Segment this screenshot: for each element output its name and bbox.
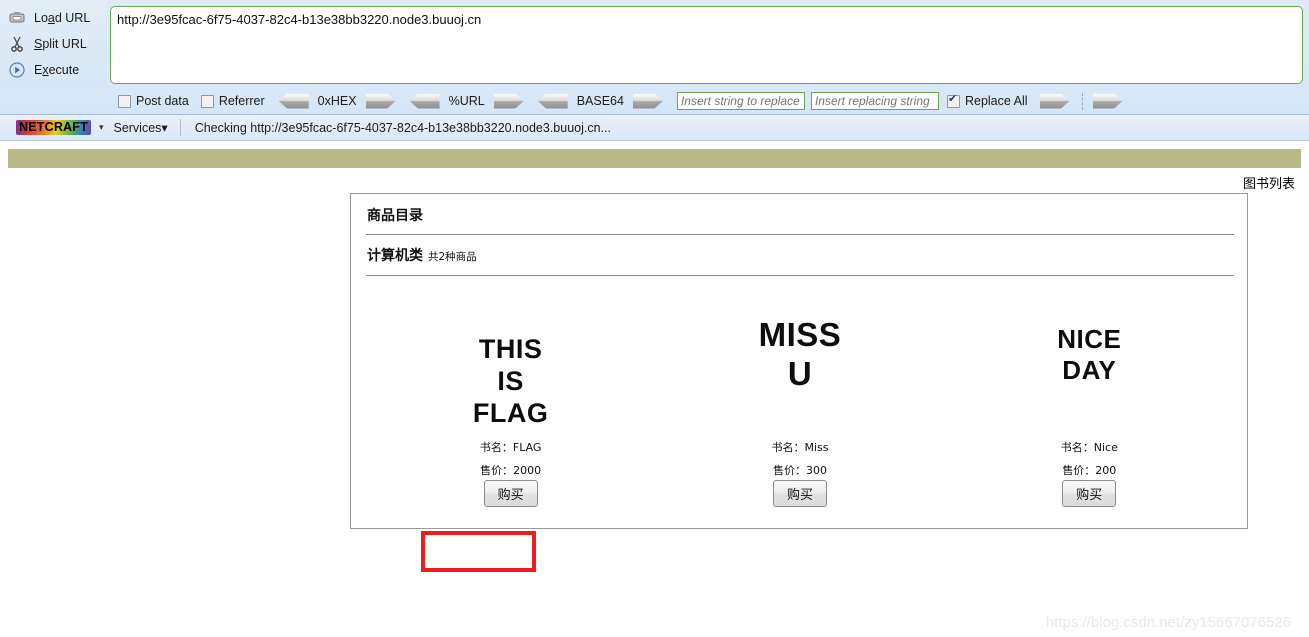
hex-label: 0xHEX — [317, 94, 357, 108]
execute-icon — [6, 60, 28, 80]
extra-action-arrow-icon[interactable] — [1092, 93, 1123, 109]
buy-button[interactable]: 购买 — [772, 480, 827, 507]
replace-with-input[interactable] — [810, 92, 939, 110]
hackbar-toolbar: Load URL Split URL Execute http://3e95fc… — [0, 0, 1309, 115]
buy-button[interactable]: 购买 — [483, 480, 538, 507]
book-price: 售价：300 — [772, 464, 827, 477]
book-name: 书名：FLAG — [479, 441, 542, 454]
base64-decode-arrow-icon[interactable] — [537, 93, 568, 109]
load-url-icon — [6, 8, 28, 28]
netcraft-menu-caret-icon[interactable]: ▾ — [99, 122, 104, 133]
post-data-checkbox-box[interactable] — [118, 94, 131, 108]
replace-find-input[interactable] — [676, 92, 805, 110]
hackbar-command-column: Load URL Split URL Execute — [0, 0, 107, 88]
netcraft-logo: NETCRAFT — [16, 120, 91, 135]
booklist-heading: 图书列表 — [1242, 177, 1295, 192]
replace-apply-arrow-icon[interactable] — [1039, 93, 1070, 109]
split-url-button[interactable]: Split URL — [6, 32, 106, 56]
page-top-banner — [8, 149, 1301, 168]
watermark-text: https://blog.csdn.net/zy15667076526 — [1045, 614, 1291, 631]
toolbar-divider — [1081, 92, 1083, 110]
replace-all-checkbox[interactable]: Replace All — [946, 93, 1028, 108]
base64-encoder-group: BASE64 — [537, 93, 663, 109]
page-content: 图书列表 商品目录 计算机类 共2种商品 THIS IS FLAG 书名：FLA… — [0, 142, 1309, 637]
post-data-checkbox[interactable]: Post data — [118, 94, 189, 108]
category-header: 计算机类 共2种商品 — [367, 245, 477, 265]
referrer-checkbox-box[interactable] — [200, 94, 214, 108]
category-name: 计算机类 — [367, 248, 423, 264]
catalog-divider-top — [366, 234, 1234, 235]
hex-encode-arrow-icon[interactable] — [365, 93, 396, 109]
netcraft-status-text: Checking http://3e95fcac-6f75-4037-82c4-… — [194, 120, 611, 135]
split-url-icon — [6, 34, 28, 54]
base64-label: BASE64 — [576, 94, 624, 108]
book-name: 书名：Miss — [771, 441, 829, 454]
url-input[interactable]: http://3e95fcac-6f75-4037-82c4-b13e38bb3… — [110, 6, 1303, 84]
hackbar-options-row: Post data Referrer 0xHEX %URL BASE64 Rep… — [0, 88, 1309, 114]
book-grid: THIS IS FLAG 书名：FLAG 售价：2000 购买 MISS U 书… — [366, 284, 1234, 524]
book-item: THIS IS FLAG 书名：FLAG 售价：2000 购买 — [366, 284, 655, 524]
execute-label: Execute — [34, 63, 80, 77]
url-encoder-group: %URL — [409, 93, 524, 109]
book-name: 书名：Nice — [1060, 441, 1118, 454]
url-decode-arrow-icon[interactable] — [409, 93, 440, 109]
buy-button[interactable]: 购买 — [1062, 480, 1117, 507]
book-item: MISS U 书名：Miss 售价：300 购买 — [655, 284, 944, 524]
catalog-card: 商品目录 计算机类 共2种商品 THIS IS FLAG 书名：FLAG 售价：… — [350, 193, 1248, 529]
book-price: 售价：200 — [1062, 464, 1117, 477]
catalog-title: 商品目录 — [367, 208, 423, 224]
base64-encode-arrow-icon[interactable] — [632, 93, 663, 109]
book-cover: MISS U — [758, 316, 842, 392]
book-cover: THIS IS FLAG — [472, 334, 549, 428]
catalog-divider-bottom — [366, 275, 1234, 276]
url-encode-arrow-icon[interactable] — [493, 93, 524, 109]
book-cover: NICE DAY — [1057, 324, 1122, 385]
referrer-label: Referrer — [218, 94, 265, 108]
load-url-button[interactable]: Load URL — [6, 6, 106, 30]
post-data-label: Post data — [136, 94, 189, 108]
url-label: %URL — [448, 94, 485, 108]
netcraft-divider — [179, 119, 181, 136]
hex-encoder-group: 0xHEX — [278, 93, 396, 109]
split-url-label: Split URL — [34, 37, 87, 51]
replace-all-label: Replace All — [964, 94, 1028, 108]
book-item: NICE DAY 书名：Nice 售价：200 购买 — [945, 284, 1234, 524]
book-price: 售价：2000 — [480, 464, 542, 477]
netcraft-toolbar: NETCRAFT ▾ Services▾ Checking http://3e9… — [0, 115, 1309, 141]
replace-all-checkbox-box[interactable] — [946, 93, 960, 108]
hex-decode-arrow-icon[interactable] — [278, 93, 309, 109]
referrer-checkbox[interactable]: Referrer — [200, 94, 265, 108]
category-count: 共2种商品 — [428, 251, 477, 263]
netcraft-services-menu[interactable]: Services▾ — [113, 120, 167, 135]
execute-button[interactable]: Execute — [6, 58, 106, 82]
load-url-label: Load URL — [34, 11, 91, 25]
